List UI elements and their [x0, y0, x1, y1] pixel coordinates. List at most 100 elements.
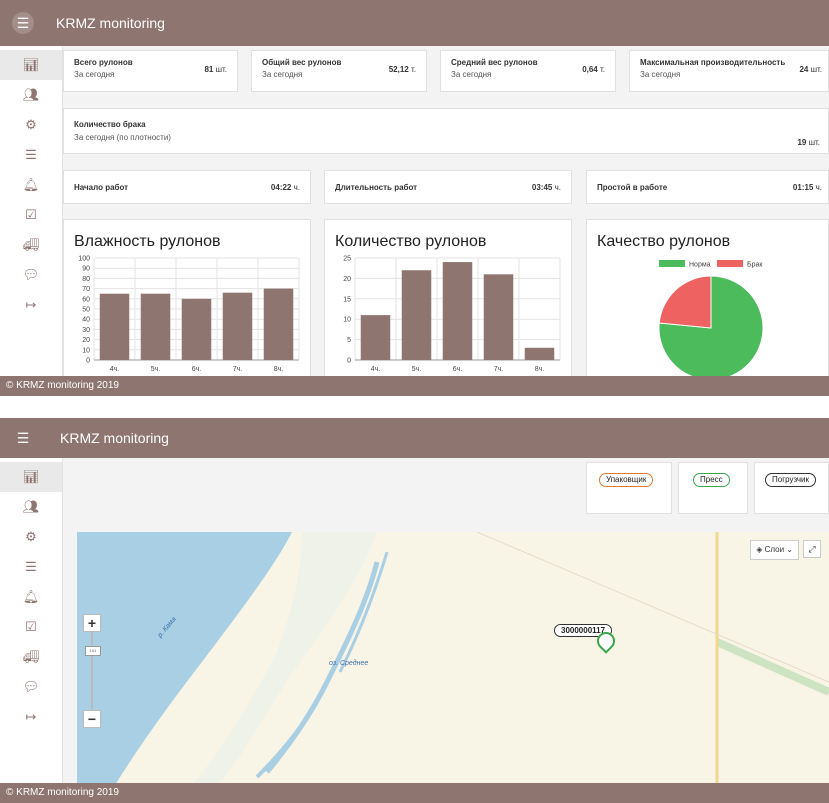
stat-value: 03:45 ч.: [531, 183, 561, 192]
x-tick-label: 6ч.: [192, 366, 202, 373]
y-tick-label: 20: [82, 337, 90, 344]
stat-card-total-rolls: Всего рулонов За сегодня 81 шт.: [63, 50, 238, 92]
top-bar: ☰ KRMZ monitoring: [0, 0, 829, 46]
humidity-chart: 0 10 20 30 40 50 60 70 80 90 100 4ч. 5ч. 6ч. 7ч. 8ч.: [78, 256, 300, 373]
filter-press-button[interactable]: Пресс: [678, 462, 748, 514]
filter-loader-button[interactable]: Погрузчик: [754, 462, 829, 514]
bar: [99, 293, 130, 360]
zoom-slider-handle[interactable]: 101: [85, 646, 101, 656]
map-terrain: [77, 532, 829, 798]
sidebar-item-messages[interactable]: 💬︎: [0, 260, 62, 290]
stat-title: Количество брака: [74, 120, 146, 129]
y-tick-label: 60: [82, 296, 90, 303]
sidebar: 📊︎ 👥︎ ⚙ ☰ 🔔︎ ☑ 🚚︎ 💬︎ ↦: [0, 458, 63, 783]
sidebar-item-dashboard[interactable]: 📊︎: [0, 462, 62, 492]
stat-value: 52,12 т.: [388, 65, 416, 74]
stat-card-downtime: Простой в работе 01:15 ч.: [586, 170, 829, 204]
x-tick-label: 4ч.: [371, 366, 381, 373]
bar: [524, 347, 555, 360]
y-tick-label: 100: [78, 256, 90, 263]
sidebar-item-notifications[interactable]: 🔔︎: [0, 170, 62, 200]
stat-value: 81 шт.: [204, 65, 227, 74]
stat-card-total-weight: Общий вес рулонов За сегодня 52,12 т.: [251, 50, 427, 92]
x-tick-label: 8ч.: [274, 366, 284, 373]
y-tick-label: 80: [82, 276, 90, 283]
sidebar-item-users[interactable]: 👥︎: [0, 492, 62, 522]
map-panel: ☰ KRMZ monitoring 📊︎ 👥︎ ⚙ ☰ 🔔︎ ☑ 🚚︎ 💬︎ ↦…: [0, 418, 829, 803]
x-tick-label: 5ч.: [412, 366, 422, 373]
stat-value: 04:22 ч.: [270, 183, 300, 192]
y-tick-label: 10: [343, 317, 351, 324]
bar: [360, 315, 391, 360]
footer: © KRMZ monitoring 2019: [0, 783, 829, 803]
fullscreen-button[interactable]: ⤢: [803, 540, 821, 558]
y-tick-label: 70: [82, 286, 90, 293]
x-tick-label: 4ч.: [110, 366, 120, 373]
users-icon: 👥︎: [22, 87, 40, 102]
stat-value: 0,64 т.: [582, 65, 605, 74]
sidebar-item-list[interactable]: ☰: [0, 140, 62, 170]
users-gear-icon: ⚙: [25, 529, 37, 544]
menu-button[interactable]: ☰: [12, 427, 34, 449]
stat-title: Простой в работе: [597, 183, 668, 192]
sidebar-item-transport[interactable]: 🚚︎: [0, 230, 62, 260]
hamburger-icon: ☰: [16, 15, 30, 31]
stat-subtitle: За сегодня: [74, 70, 115, 79]
quality-pie-chart: Норма Брак: [658, 260, 764, 380]
y-tick-label: 90: [82, 266, 90, 273]
zoom-slider-track[interactable]: [91, 632, 93, 710]
sidebar-item-transport[interactable]: 🚚︎: [0, 642, 62, 672]
stat-value: 01:15 ч.: [792, 183, 822, 192]
chat-icon: 💬︎: [22, 267, 40, 282]
sidebar-item-messages[interactable]: 💬︎: [0, 672, 62, 702]
x-tick-label: 8ч.: [535, 366, 545, 373]
legend-swatch: [659, 260, 685, 267]
footer: © KRMZ monitoring 2019: [0, 376, 829, 396]
sidebar-item-tasks[interactable]: ☑: [0, 612, 62, 642]
layers-button[interactable]: ◈ Слои ⌄: [750, 540, 799, 560]
menu-button[interactable]: ☰: [12, 12, 34, 34]
bar: [181, 298, 212, 360]
bar: [263, 288, 294, 360]
layers-icon: ◈: [756, 545, 763, 554]
y-tick-label: 30: [82, 327, 90, 334]
chart-title: Качество рулонов: [597, 233, 731, 250]
sidebar-item-dashboard[interactable]: 📊︎: [0, 50, 62, 80]
sidebar-item-users[interactable]: 👥︎: [0, 80, 62, 110]
sidebar-item-notifications[interactable]: 🔔︎: [0, 582, 62, 612]
sign-out-icon: ↦: [25, 297, 37, 312]
filter-bar: Упаковщик Пресс Погрузчик: [586, 462, 829, 514]
stat-subtitle: За сегодня: [262, 70, 303, 79]
bar: [401, 270, 432, 360]
filter-packer-button[interactable]: Упаковщик: [586, 462, 672, 514]
bar: [222, 292, 253, 360]
stat-card-work-start: Начало работ 04:22 ч.: [63, 170, 311, 204]
users-icon: 👥︎: [22, 499, 40, 514]
x-tick-label: 6ч.: [453, 366, 463, 373]
sidebar-item-logout[interactable]: ↦: [0, 702, 62, 732]
chart-title: Влажность рулонов: [74, 233, 221, 250]
zoom-in-button[interactable]: +: [83, 614, 101, 632]
sidebar-item-tasks[interactable]: ☑: [0, 200, 62, 230]
sidebar-item-list[interactable]: ☰: [0, 552, 62, 582]
bar: [483, 274, 514, 360]
stat-value: 24 шт.: [799, 65, 822, 74]
checklist-icon: ☑: [25, 207, 37, 222]
bell-icon: 🔔︎: [22, 177, 40, 192]
chat-icon: 💬︎: [22, 679, 40, 694]
bar-chart-icon: 📊︎: [22, 469, 40, 484]
chart-card-roll-count: Количество рулонов 0 5 10 15 20 25 4ч. 5ч. 6ч. 7ч…: [324, 219, 572, 379]
sidebar-item-logout[interactable]: ↦: [0, 290, 62, 320]
map-view[interactable]: + 101 − ◈ Слои ⌄ ⤢ р. Кама оз. Среднее 3…: [77, 532, 829, 798]
zoom-out-button[interactable]: −: [83, 710, 101, 728]
sidebar-item-user-settings[interactable]: ⚙: [0, 110, 62, 140]
sidebar-item-user-settings[interactable]: ⚙: [0, 522, 62, 552]
users-gear-icon: ⚙: [25, 117, 37, 132]
y-tick-label: 50: [82, 307, 90, 314]
chart-title: Количество рулонов: [335, 233, 487, 250]
expand-icon: ⤢: [808, 544, 816, 554]
y-tick-label: 0: [347, 358, 351, 365]
app-title: KRMZ monitoring: [60, 430, 169, 446]
bar: [140, 293, 171, 360]
x-tick-label: 7ч.: [494, 366, 504, 373]
